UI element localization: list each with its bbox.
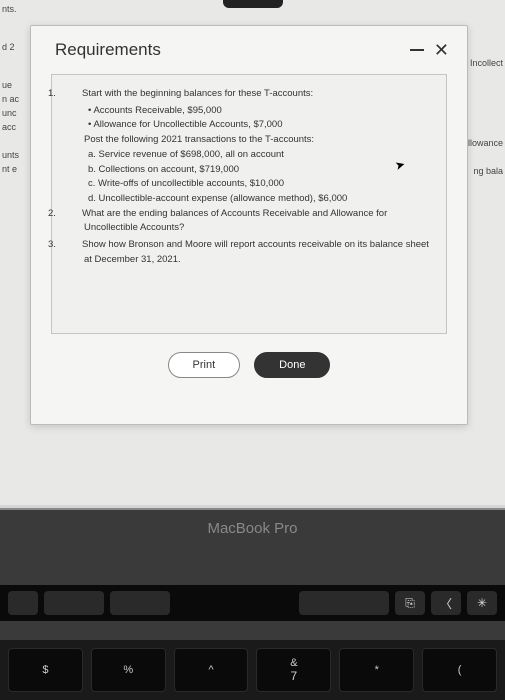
requirements-modal: Requirements ✕ 1.Start with the beginnin… [30, 25, 468, 425]
bg-fragment: acc [0, 122, 25, 132]
bg-fragment: nt e [0, 164, 25, 174]
req-text-3: Show how Bronson and Moore will report a… [82, 239, 429, 265]
bg-fragment: d 2 [0, 42, 25, 52]
req-text-2: What are the ending balances of Accounts… [82, 208, 387, 234]
screen-notch [223, 0, 283, 8]
req-sub-c: c. Write-offs of uncollectible accounts,… [88, 177, 432, 192]
bg-fragment: Incollect [468, 58, 503, 68]
print-button[interactable]: Print [168, 352, 241, 378]
req-sub-a: a. Service revenue of $698,000, all on a… [88, 148, 432, 163]
req-number-1: 1. [66, 87, 82, 102]
background-text-right: Incollect llowance ng bala [466, 40, 505, 194]
key-4[interactable]: $ [8, 648, 83, 692]
minimize-icon[interactable] [410, 49, 424, 51]
touch-bar: ⎘ 〈 ✳ [0, 585, 505, 621]
req-number-3: 3. [66, 238, 82, 253]
keyboard-row: $ % ^ &7 * ( [0, 640, 505, 700]
bg-fragment: nts. [0, 4, 25, 14]
key-6[interactable]: ^ [174, 648, 249, 692]
modal-header: Requirements ✕ [31, 26, 467, 68]
modal-body: 1.Start with the beginning balances for … [51, 74, 447, 334]
key-9[interactable]: ( [422, 648, 497, 692]
req-sub-b: b. Collections on account, $719,000 [88, 163, 432, 178]
req-post-line: Post the following 2021 transactions to … [84, 133, 432, 148]
key-7[interactable]: &7 [256, 648, 331, 692]
touchbar-copy-icon[interactable]: ⎘ [395, 591, 425, 615]
req-text-1: Start with the beginning balances for th… [82, 88, 313, 99]
bg-fragment: ng bala [468, 166, 503, 176]
touchbar-item[interactable] [44, 591, 104, 615]
bg-fragment: ue [0, 80, 25, 90]
done-button[interactable]: Done [254, 352, 330, 378]
req-bullet-2: • Allowance for Uncollectible Accounts, … [88, 118, 432, 133]
touchbar-item[interactable] [110, 591, 170, 615]
req-sub-d: d. Uncollectible-account expense (allowa… [88, 192, 432, 207]
modal-footer: Print Done [31, 352, 467, 378]
touchbar-brightness-icon[interactable]: ✳ [467, 591, 497, 615]
bg-fragment: llowance [468, 138, 503, 148]
modal-title: Requirements [55, 40, 161, 60]
bg-fragment: unts [0, 150, 25, 160]
close-icon[interactable]: ✕ [434, 41, 449, 59]
device-label: MacBook Pro [0, 520, 505, 537]
touchbar-esc[interactable] [8, 591, 38, 615]
key-8[interactable]: * [339, 648, 414, 692]
req-bullet-1: • Accounts Receivable, $95,000 [88, 104, 432, 119]
touchbar-back-icon[interactable]: 〈 [431, 591, 461, 615]
touchbar-item[interactable] [299, 591, 389, 615]
background-text-left: nts. d 2 ue n ac unc acc unts nt e [0, 0, 25, 178]
req-number-2: 2. [66, 207, 82, 222]
bg-fragment: unc [0, 108, 25, 118]
bg-fragment: n ac [0, 94, 25, 104]
key-5[interactable]: % [91, 648, 166, 692]
